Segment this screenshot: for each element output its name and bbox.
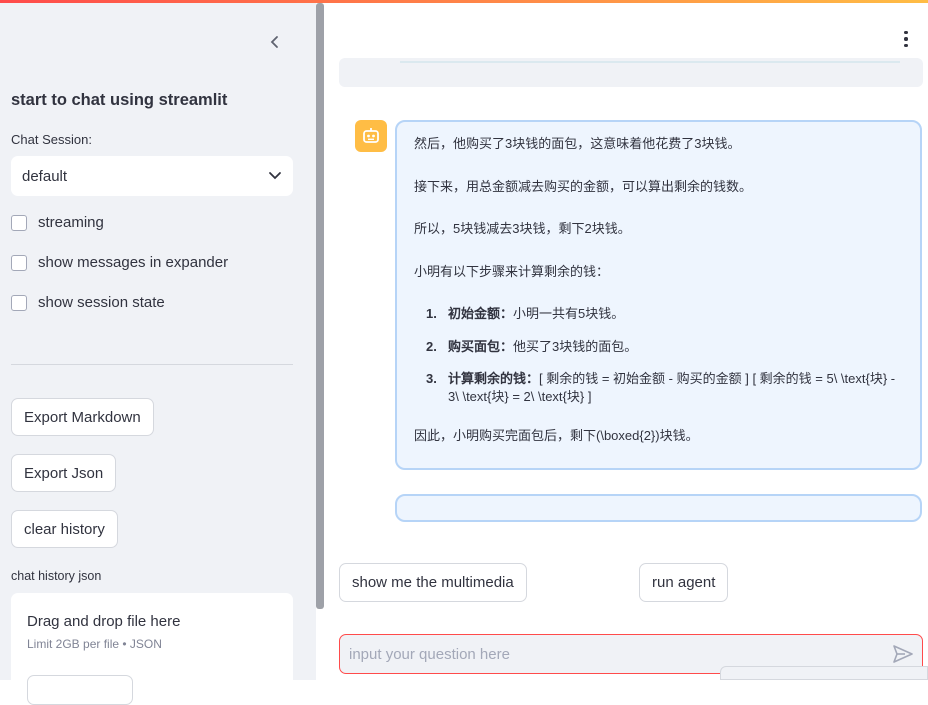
show-multimedia-button[interactable]: show me the multimedia: [339, 563, 527, 602]
streaming-message-placeholder: [395, 494, 922, 522]
dropzone-subtitle: Limit 2GB per file • JSON: [27, 637, 162, 651]
assistant-message: 然后，他购买了3块钱的面包，这意味着他花费了3块钱。 接下来，用总金额减去购买的…: [395, 120, 922, 470]
list-item: 2. 购买面包：他买了3块钱的面包。: [426, 338, 638, 354]
checkbox-box[interactable]: [11, 214, 27, 231]
chevron-left-icon: [270, 36, 278, 48]
chat-session-select[interactable]: default: [11, 156, 293, 196]
run-agent-button[interactable]: run agent: [639, 563, 729, 602]
more-menu-icon[interactable]: [899, 29, 913, 49]
main-content: 然后，他购买了3块钱的面包，这意味着他花费了3块钱。 接下来，用总金额减去购买的…: [324, 3, 928, 680]
message-paragraph: 小明有以下步骤来计算剩余的钱：: [414, 263, 610, 279]
show-messages-in-expander-checkbox[interactable]: show messages in expander: [11, 254, 228, 271]
checkbox-label: show messages in expander: [38, 254, 229, 271]
bottom-overlay-panel: [720, 666, 928, 680]
message-paragraph: 所以，5块钱减去3块钱，剩下2块钱。: [414, 221, 631, 237]
message-conclusion: 因此，小明购买完面包后，剩下(\boxed{2})块钱。: [414, 428, 699, 444]
clear-history-button[interactable]: clear history: [11, 510, 118, 548]
previous-message-divider: [400, 61, 900, 63]
checkbox-label: streaming: [38, 214, 104, 231]
sidebar-divider: [11, 364, 293, 365]
send-icon[interactable]: [893, 645, 913, 663]
export-markdown-button[interactable]: Export Markdown: [11, 398, 154, 436]
checkbox-box[interactable]: [11, 294, 27, 311]
file-dropzone[interactable]: Drag and drop file here Limit 2GB per fi…: [11, 593, 293, 705]
message-paragraph: 然后，他购买了3块钱的面包，这意味着他花费了3块钱。: [414, 136, 741, 151]
robot-icon: [363, 128, 379, 143]
show-session-state-checkbox[interactable]: show session state: [11, 294, 165, 311]
sidebar: start to chat using streamlit Chat Sessi…: [0, 3, 316, 705]
steps-list: 1. 初始金额：小明一共有5块钱。 2. 购买面包：他买了3块钱的面包。 3. …: [426, 305, 903, 405]
collapse-sidebar-button[interactable]: [264, 31, 286, 53]
checkbox-box[interactable]: [11, 254, 27, 271]
dropzone-title: Drag and drop file here: [27, 613, 181, 630]
list-item: 1. 初始金额：小明一共有5块钱。: [426, 306, 625, 322]
export-json-button[interactable]: Export Json: [11, 454, 117, 492]
chat-session-value: default: [22, 167, 68, 185]
message-paragraph: 接下来，用总金额减去购买的金额，可以算出剩余的钱数。: [414, 178, 753, 194]
streaming-checkbox[interactable]: streaming: [11, 214, 104, 231]
chat-input[interactable]: [349, 645, 849, 663]
chat-session-label: Chat Session:: [11, 132, 92, 147]
assistant-avatar: [355, 120, 387, 152]
list-item: 3. 计算剩余的钱：[ 剩余的钱 = 初始金额 - 购买的金额 ] [ 剩余的钱…: [426, 371, 896, 404]
chevron-down-icon: [269, 172, 281, 180]
sidebar-scrollbar[interactable]: [316, 3, 324, 609]
checkbox-label: show session state: [38, 294, 165, 311]
sidebar-title: start to chat using streamlit: [11, 91, 228, 109]
chat-history-json-label: chat history json: [11, 569, 102, 583]
